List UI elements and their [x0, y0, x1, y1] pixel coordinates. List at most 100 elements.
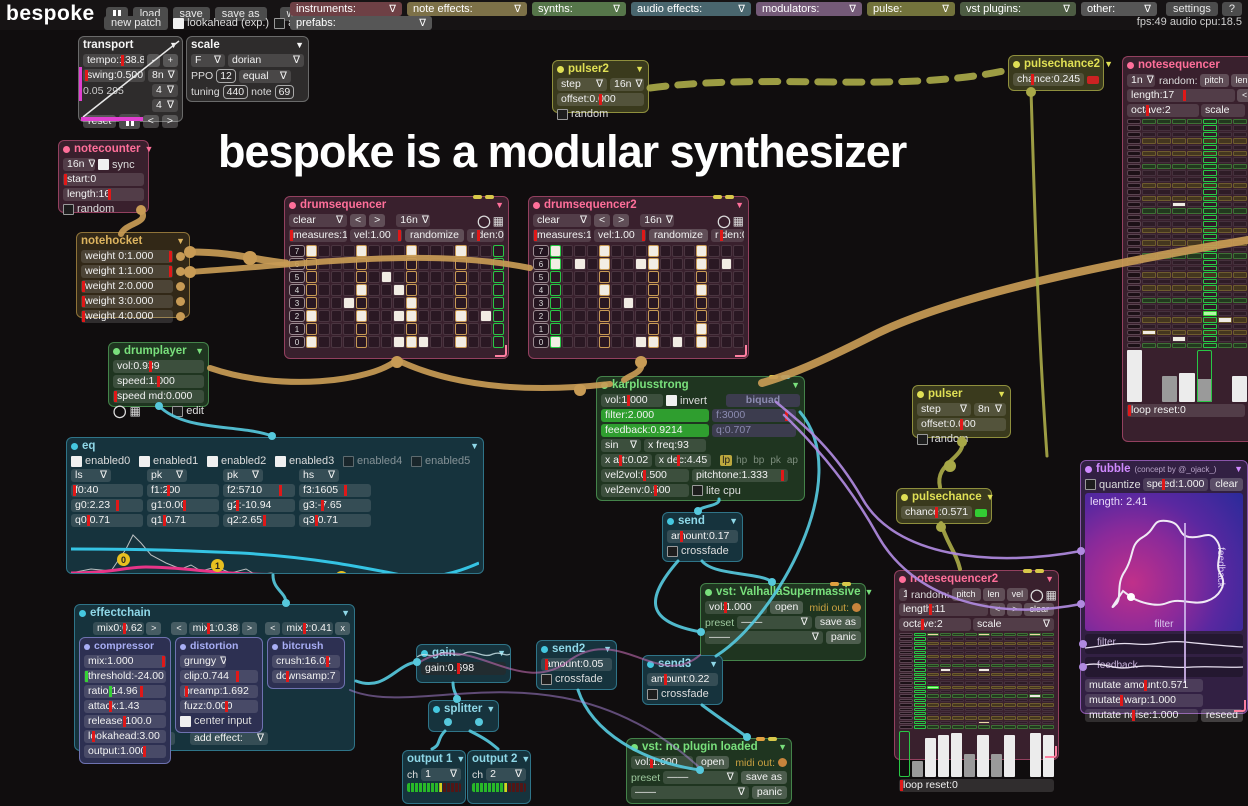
minimize-triangle-icon[interactable]: ▼ — [456, 753, 465, 766]
drum-cell[interactable] — [356, 310, 367, 322]
note-cell[interactable] — [1017, 655, 1029, 658]
minimize-triangle-icon[interactable]: ▼ — [195, 345, 204, 358]
note-cell[interactable] — [1004, 703, 1016, 706]
drum-cell[interactable] — [635, 271, 646, 283]
drum-cell[interactable] — [733, 271, 744, 283]
submodule-distortion[interactable]: distortion grungy∇ clip:0.744 preamp:1.6… — [175, 637, 263, 733]
drum-cell[interactable] — [480, 297, 491, 309]
note-cell[interactable] — [1157, 304, 1171, 309]
release-field[interactable]: release:100.0 — [84, 715, 166, 728]
note-cell[interactable] — [1142, 311, 1156, 316]
note-cell[interactable] — [1218, 183, 1232, 188]
note-cell[interactable] — [914, 659, 926, 662]
filter-strip[interactable]: filter — [1085, 634, 1243, 654]
enabled5-checkbox[interactable]: enabled5 — [411, 455, 479, 467]
biquad-f-field[interactable]: f:3000 — [712, 409, 796, 422]
note-cell[interactable] — [940, 673, 952, 676]
note-cell[interactable] — [1233, 196, 1247, 201]
note-cell[interactable] — [978, 642, 990, 645]
drum-cell[interactable] — [672, 297, 683, 309]
note-cell[interactable] — [1029, 633, 1041, 636]
patch-cable[interactable] — [650, 70, 1008, 88]
note-cell[interactable] — [1203, 221, 1217, 226]
note-cell[interactable] — [1157, 253, 1171, 258]
drum-cell[interactable] — [443, 258, 454, 270]
note-cell[interactable] — [1233, 145, 1247, 150]
random-checkbox[interactable]: random — [63, 203, 114, 215]
drum-cell[interactable] — [318, 284, 329, 296]
note-cell[interactable] — [1157, 247, 1171, 252]
open-button[interactable]: open — [770, 601, 803, 614]
temperament-dropdown[interactable]: equal∇ — [239, 70, 291, 83]
drum-cell[interactable] — [562, 284, 573, 296]
note-cell[interactable] — [978, 699, 990, 702]
interval-dropdown[interactable]: 1n∇ — [1127, 74, 1155, 87]
enabled-dot[interactable] — [1085, 466, 1092, 473]
note-cell[interactable] — [1172, 279, 1186, 284]
output-port[interactable] — [475, 718, 483, 726]
note-cell[interactable] — [1203, 138, 1217, 143]
measures-field[interactable]: measures:1 — [533, 229, 591, 242]
drum-cell[interactable] — [393, 297, 404, 309]
drum-cell[interactable] — [696, 336, 707, 348]
drum-cell[interactable] — [381, 271, 392, 283]
drum-cell[interactable] — [406, 284, 417, 296]
g1-field[interactable]: g1:0.00 — [147, 499, 219, 512]
note-cell[interactable] — [965, 686, 977, 689]
enabled-dot[interactable] — [899, 576, 906, 583]
note-cell[interactable] — [1233, 138, 1247, 143]
drum-cell[interactable] — [318, 271, 329, 283]
note-cell[interactable] — [1233, 202, 1247, 207]
note-cell[interactable] — [965, 703, 977, 706]
note-cell[interactable] — [1017, 708, 1029, 711]
drum-cell[interactable] — [587, 284, 598, 296]
drum-cell[interactable] — [550, 297, 561, 309]
note-cell[interactable] — [1029, 681, 1041, 684]
note-cell[interactable] — [1203, 119, 1217, 124]
note-cell[interactable] — [1142, 215, 1156, 220]
note-cell[interactable] — [1157, 132, 1171, 137]
drum-cell[interactable] — [455, 323, 466, 335]
move0-right-button[interactable]: > — [146, 622, 161, 635]
note-cell[interactable] — [1157, 202, 1171, 207]
note-cell[interactable] — [1172, 189, 1186, 194]
biquad-header[interactable]: biquad — [726, 394, 800, 407]
drum-cell[interactable] — [393, 271, 404, 283]
interval-dropdown[interactable]: 16n∇ — [396, 214, 430, 227]
note-cell[interactable] — [991, 686, 1003, 689]
drum-cell[interactable] — [660, 271, 671, 283]
drum-cell[interactable] — [611, 258, 622, 270]
speed-field[interactable]: speed:1.000 — [113, 375, 204, 388]
note-cell[interactable] — [1203, 304, 1217, 309]
note-cell[interactable] — [1172, 125, 1186, 130]
shift-right-button[interactable]: > — [369, 214, 385, 227]
note-cell[interactable] — [1233, 343, 1247, 348]
note-cell[interactable] — [1004, 712, 1016, 715]
crossfade-checkbox[interactable]: crossfade — [667, 545, 729, 557]
weight3-field[interactable]: weight 3:0.000 — [81, 295, 173, 308]
note-cell[interactable] — [1172, 196, 1186, 201]
note-cell[interactable] — [991, 668, 1003, 671]
drum-cell[interactable] — [587, 323, 598, 335]
note-cell[interactable] — [1203, 145, 1217, 150]
drum-cell[interactable] — [733, 284, 744, 296]
note-cell[interactable] — [991, 690, 1003, 693]
note-cell[interactable] — [1218, 157, 1232, 162]
minimize-triangle-icon[interactable]: ▼ — [295, 39, 304, 52]
drum-cell[interactable] — [356, 336, 367, 348]
drum-cell[interactable] — [381, 245, 392, 257]
drum-cell[interactable] — [356, 245, 367, 257]
drum-cell[interactable] — [684, 297, 695, 309]
drum-cell[interactable] — [623, 258, 634, 270]
drum-cell[interactable] — [708, 297, 719, 309]
note-cell[interactable] — [1172, 260, 1186, 265]
note-cell[interactable] — [1203, 189, 1217, 194]
drum-cell[interactable] — [418, 310, 429, 322]
note-cell[interactable] — [965, 651, 977, 654]
interval-dropdown[interactable]: 8n∇ — [974, 403, 1006, 416]
drum-cell[interactable] — [696, 297, 707, 309]
biquad-type-radio[interactable]: lphpbppkap — [720, 455, 800, 466]
start-field[interactable]: start:0 — [63, 173, 144, 186]
note-cell[interactable] — [952, 686, 964, 689]
amount-field[interactable]: amount:0.05 — [541, 658, 612, 671]
